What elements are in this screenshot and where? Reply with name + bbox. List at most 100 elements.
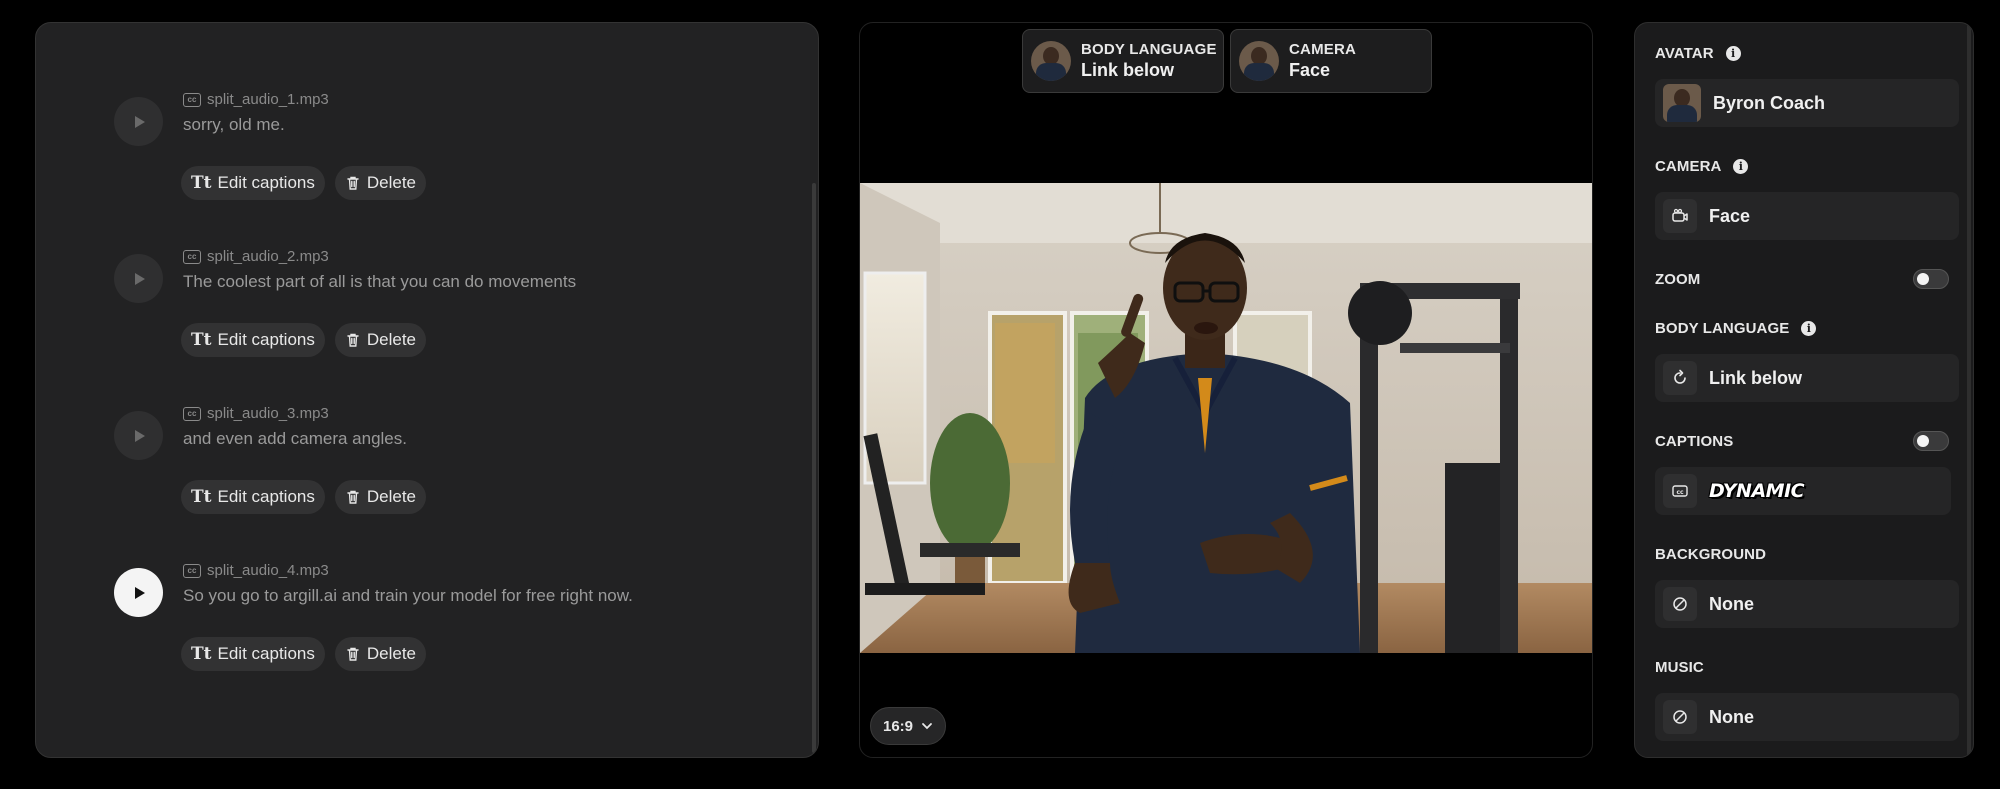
section-title: BACKGROUND: [1655, 546, 1766, 563]
text-format-icon: Tt: [191, 173, 212, 193]
clip-actions: Tt Edit captions Delete: [181, 637, 426, 671]
camera-section-label: CAMERA i: [1655, 158, 1749, 175]
section-title: MUSIC: [1655, 659, 1704, 676]
edit-captions-button[interactable]: Tt Edit captions: [181, 166, 325, 200]
cc-icon: cc: [183, 249, 201, 264]
clip-list-scrollbar-thumb[interactable]: [812, 183, 816, 753]
avatar-selector[interactable]: Byron Coach: [1655, 79, 1959, 127]
delete-button[interactable]: Delete: [334, 323, 426, 357]
edit-captions-label: Edit captions: [217, 173, 315, 192]
settings-scrollbar[interactable]: [1967, 23, 1971, 757]
avatar-thumbnail: [1663, 84, 1701, 122]
camera-selector[interactable]: Face: [1655, 192, 1959, 240]
section-title: CAMERA: [1655, 158, 1722, 175]
section-title: CAPTIONS: [1655, 433, 1734, 450]
clip-filename: cc split_audio_3.mp3: [183, 405, 329, 422]
aspect-ratio-dropdown[interactable]: 16:9: [870, 707, 947, 745]
text-format-icon: Tt: [191, 644, 212, 664]
chip-title: CAMERA: [1289, 41, 1357, 58]
info-icon[interactable]: i: [1801, 321, 1817, 336]
clip-filename-text: split_audio_4.mp3: [207, 562, 329, 579]
avatar-thumbnail: [1239, 41, 1279, 81]
video-preview-panel: BODY LANGUAGE Link below CAMERA Face 16:…: [859, 22, 1593, 758]
aspect-ratio-value: 16:9: [883, 717, 914, 735]
edit-captions-label: Edit captions: [217, 330, 315, 349]
delete-label: Delete: [366, 644, 416, 663]
captions-toggle[interactable]: [1913, 431, 1949, 451]
background-section-label: BACKGROUND: [1655, 546, 1766, 563]
clip-filename-text: split_audio_3.mp3: [207, 405, 329, 422]
cc-icon: cc: [1663, 474, 1697, 508]
clip-item: cc split_audio_3.mp3 and even add camera…: [36, 385, 796, 525]
caption-style-selector[interactable]: cc DYNAMIC: [1655, 467, 1951, 515]
avatar-name: Byron Coach: [1713, 92, 1826, 113]
info-icon[interactable]: i: [1725, 46, 1741, 61]
delete-label: Delete: [366, 173, 416, 192]
body-language-value: Link below: [1709, 367, 1803, 388]
play-icon: [134, 115, 145, 128]
edit-captions-button[interactable]: Tt Edit captions: [181, 323, 325, 357]
cc-icon: cc: [183, 563, 201, 578]
play-button[interactable]: [114, 97, 163, 146]
music-selector[interactable]: None: [1655, 693, 1959, 741]
chip-title: BODY LANGUAGE: [1081, 41, 1217, 58]
zoom-toggle[interactable]: [1913, 269, 1949, 289]
trash-icon: [347, 647, 359, 661]
clip-item: cc split_audio_2.mp3 The coolest part of…: [36, 228, 796, 368]
clip-caption-text: and even add camera angles.: [183, 429, 407, 448]
chip-value: Link below: [1081, 60, 1175, 80]
play-button[interactable]: [114, 411, 163, 460]
trash-icon: [347, 333, 359, 347]
edit-captions-label: Edit captions: [217, 487, 315, 506]
clip-item: cc split_audio_1.mp3 sorry, old me. Tt E…: [36, 71, 796, 211]
video-scene-image: [860, 183, 1592, 653]
background-selector[interactable]: None: [1655, 580, 1959, 628]
music-value: None: [1709, 706, 1754, 727]
clip-caption-text: sorry, old me.: [183, 115, 285, 134]
play-button[interactable]: [114, 568, 163, 617]
none-icon: [1663, 700, 1697, 734]
camera-chip[interactable]: CAMERA Face: [1230, 29, 1432, 93]
play-icon: [134, 429, 145, 442]
clip-actions: Tt Edit captions Delete: [181, 323, 426, 357]
edit-captions-button[interactable]: Tt Edit captions: [181, 637, 325, 671]
clip-list-panel: cc split_audio_1.mp3 sorry, old me. Tt E…: [35, 22, 819, 758]
avatar-thumbnail: [1031, 41, 1071, 81]
delete-label: Delete: [366, 330, 416, 349]
edit-captions-button[interactable]: Tt Edit captions: [181, 480, 325, 514]
clip-filename-text: split_audio_2.mp3: [207, 248, 329, 265]
video-frame[interactable]: [860, 183, 1592, 653]
music-section-label: MUSIC: [1655, 659, 1704, 676]
delete-label: Delete: [366, 487, 416, 506]
chip-value: Face: [1289, 60, 1331, 80]
delete-button[interactable]: Delete: [334, 637, 426, 671]
clip-item-active: cc split_audio_4.mp3 So you go to argill…: [36, 542, 796, 682]
cc-icon: cc: [183, 92, 201, 107]
clip-caption-text: So you go to argill.ai and train your mo…: [183, 586, 633, 605]
play-button[interactable]: [114, 254, 163, 303]
section-title: AVATAR: [1655, 45, 1714, 62]
delete-button[interactable]: Delete: [334, 166, 426, 200]
caption-style-value: DYNAMIC: [1709, 480, 1805, 502]
section-title: BODY LANGUAGE: [1655, 320, 1790, 337]
clip-filename: cc split_audio_4.mp3: [183, 562, 329, 579]
body-language-chip[interactable]: BODY LANGUAGE Link below: [1022, 29, 1224, 93]
svg-text:cc: cc: [1676, 489, 1684, 496]
chevron-down-icon: [922, 723, 932, 730]
info-icon[interactable]: i: [1733, 159, 1749, 174]
clip-list-scrollbar[interactable]: [812, 23, 818, 757]
clip-actions: Tt Edit captions Delete: [181, 166, 426, 200]
avatar-section-label: AVATAR i: [1655, 45, 1741, 62]
camera-value: Face: [1709, 205, 1751, 226]
clip-actions: Tt Edit captions Delete: [181, 480, 426, 514]
zoom-section-label: ZOOM: [1655, 271, 1700, 288]
refresh-icon: [1663, 361, 1697, 395]
camera-icon: [1663, 199, 1697, 233]
captions-section-label: CAPTIONS: [1655, 433, 1733, 450]
background-value: None: [1709, 593, 1754, 614]
section-title: ZOOM: [1655, 271, 1701, 288]
delete-button[interactable]: Delete: [334, 480, 426, 514]
edit-captions-label: Edit captions: [217, 644, 315, 663]
body-language-selector[interactable]: Link below: [1655, 354, 1959, 402]
text-format-icon: Tt: [191, 330, 212, 350]
